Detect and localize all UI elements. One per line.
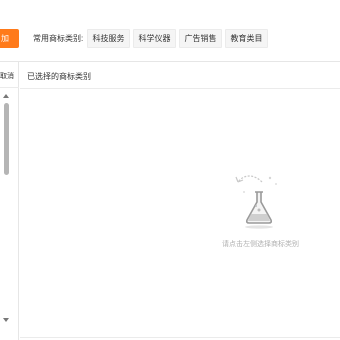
- selected-panel-bottom-divider: [20, 337, 340, 338]
- chip-education[interactable]: 教育类目: [225, 29, 268, 48]
- common-categories-label: 常用商标类别:: [33, 34, 84, 43]
- chip-tech-services[interactable]: 科技服务: [87, 29, 130, 48]
- chip-advertising-sales[interactable]: 广告销售: [179, 29, 222, 48]
- left-panel-header-divider: [0, 87, 19, 88]
- empty-state-hint: 请点击左侧选择商标类别: [222, 241, 299, 248]
- scroll-down-arrow-icon[interactable]: [3, 318, 9, 322]
- add-button[interactable]: 加: [0, 29, 19, 48]
- scrollbar-thumb[interactable]: [4, 103, 9, 175]
- category-list-panel: [0, 62, 19, 340]
- scroll-up-arrow-icon[interactable]: [3, 94, 9, 98]
- left-panel-header[interactable]: 取消: [0, 71, 14, 81]
- selected-categories-title: 已选择的商标类别: [27, 72, 91, 81]
- toolbar-divider: [0, 61, 340, 62]
- empty-flask-icon: [235, 175, 277, 229]
- selected-panel-header-divider: [20, 88, 340, 89]
- chip-scientific-instruments[interactable]: 科学仪器: [133, 29, 176, 48]
